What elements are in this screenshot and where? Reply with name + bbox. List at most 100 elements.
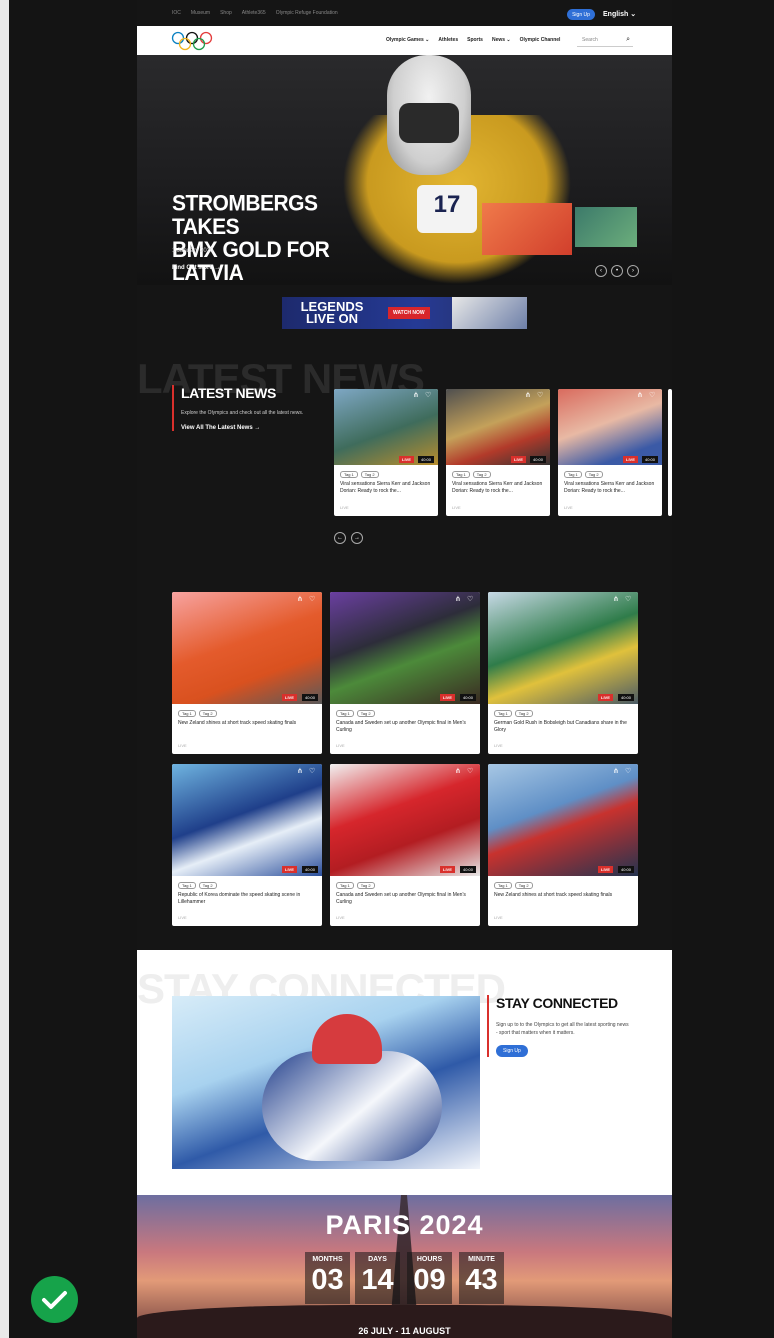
share-icon[interactable]: ⋔ bbox=[297, 595, 303, 603]
olympic-rings-logo[interactable] bbox=[170, 31, 214, 51]
tag-chip[interactable]: Tag 1 bbox=[336, 710, 354, 717]
heart-icon[interactable]: ♡ bbox=[309, 595, 315, 603]
hero-banner[interactable]: 17 STROMBERGS TAKES BMX GOLD FOR LATVIA … bbox=[137, 55, 672, 285]
tag-chip[interactable]: Tag 2 bbox=[360, 471, 379, 478]
card-title[interactable]: Canada and Sweden set up another Olympic… bbox=[336, 720, 474, 734]
arrow-left-icon[interactable]: ← bbox=[334, 532, 346, 544]
grid-news-card[interactable]: ⋔ ♡ LIVE 40:00 Tag 1 Tag 2 New Zeland sh… bbox=[488, 764, 638, 926]
news-card[interactable]: ⋔ ♡ LIVE 40:00 Tag 1 Tag 2 Viral sensati… bbox=[446, 389, 550, 516]
card-title[interactable]: Republic of Korea dominate the speed ska… bbox=[178, 892, 316, 906]
hero-thumbnail-2[interactable] bbox=[575, 207, 637, 247]
heart-icon[interactable]: ♡ bbox=[649, 391, 655, 399]
news-card-peek[interactable] bbox=[668, 389, 672, 516]
grid-card-image bbox=[330, 592, 480, 704]
hero-title: STROMBERGS TAKES BMX GOLD FOR LATVIA bbox=[172, 192, 342, 285]
grid-news-card[interactable]: ⋔ ♡ LIVE 40:00 Tag 1 Tag 2 German Gold R… bbox=[488, 592, 638, 754]
card-title[interactable]: Viral sensations Sierra Kerr and Jackson… bbox=[452, 481, 544, 495]
tag-chip[interactable]: Tag 2 bbox=[356, 882, 375, 889]
main-nav: Olympic Games ⌄ Athletes Sports News ⌄ O… bbox=[137, 26, 672, 55]
utility-link-athlete365[interactable]: Athlete365 bbox=[242, 10, 266, 16]
news-card[interactable]: ⋔ ♡ LIVE 40:00 Tag 1 Tag 2 Viral sensati… bbox=[334, 389, 438, 516]
news-card[interactable]: ⋔ ♡ LIVE 40:00 Tag 1 Tag 2 Viral sensati… bbox=[558, 389, 662, 516]
hero-find-out-more-link[interactable]: Find Out More → bbox=[172, 265, 220, 271]
card-title[interactable]: New Zeland shines at short track speed s… bbox=[178, 720, 316, 727]
tag-chip[interactable]: Tag 1 bbox=[452, 471, 470, 478]
card-meta: LIVE bbox=[336, 915, 345, 920]
utility-link-ioc[interactable]: IOC bbox=[172, 10, 181, 16]
card-title[interactable]: New Zeland shines at short track speed s… bbox=[494, 892, 632, 899]
nav-sports[interactable]: Sports bbox=[467, 37, 483, 43]
share-icon[interactable]: ⋔ bbox=[637, 391, 643, 399]
paris-2024-countdown: PARIS 2024 MONTHS 03 DAYS 14 HOURS 09 MI… bbox=[137, 1195, 672, 1338]
arrow-right-icon[interactable]: › bbox=[627, 265, 639, 277]
search-input[interactable]: Search ⌕ bbox=[577, 34, 633, 47]
tag-chip[interactable]: Tag 2 bbox=[584, 471, 603, 478]
grid-news-card[interactable]: ⋔ ♡ LIVE 40:00 Tag 1 Tag 2 Republic of K… bbox=[172, 764, 322, 926]
utility-link-refuge[interactable]: Olympic Refuge Foundation bbox=[276, 10, 338, 16]
share-icon[interactable]: ⋔ bbox=[613, 595, 619, 603]
watch-now-button[interactable]: WATCH NOW bbox=[388, 307, 430, 319]
view-all-news-link[interactable]: View All The Latest News → bbox=[181, 425, 320, 431]
card-title[interactable]: German Gold Rush in Bobsleigh but Canadi… bbox=[494, 720, 632, 734]
skater-helmet bbox=[312, 1014, 382, 1064]
language-selector[interactable]: English ⌄ bbox=[603, 10, 636, 18]
nav-athletes[interactable]: Athletes bbox=[438, 37, 458, 43]
card-title[interactable]: Canada and Sweden set up another Olympic… bbox=[336, 892, 474, 906]
utility-link-museum[interactable]: Museum bbox=[191, 10, 210, 16]
heart-icon[interactable]: ♡ bbox=[467, 595, 473, 603]
tag-chip[interactable]: Tag 1 bbox=[564, 471, 582, 478]
heart-icon[interactable]: ♡ bbox=[425, 391, 431, 399]
tag-chip[interactable]: Tag 2 bbox=[356, 710, 375, 717]
share-icon[interactable]: ⋔ bbox=[413, 391, 419, 399]
grid-news-card[interactable]: ⋔ ♡ LIVE 40:00 Tag 1 Tag 2 New Zeland sh… bbox=[172, 592, 322, 754]
signup-button[interactable]: Sign Up bbox=[496, 1045, 528, 1057]
heart-icon[interactable]: ♡ bbox=[625, 595, 631, 603]
grid-card-image bbox=[172, 764, 322, 876]
arrow-right-icon[interactable]: → bbox=[351, 532, 363, 544]
tag-chip[interactable]: Tag 2 bbox=[514, 882, 533, 889]
tag-chip[interactable]: Tag 2 bbox=[514, 710, 533, 717]
duration-badge: 40:00 bbox=[302, 694, 319, 701]
card-tags: Tag 1 Tag 2 bbox=[340, 471, 379, 478]
live-badge: LIVE bbox=[440, 866, 455, 873]
grid-news-card[interactable]: ⋔ ♡ LIVE 40:00 Tag 1 Tag 2 Canada and Sw… bbox=[330, 592, 480, 754]
share-icon[interactable]: ⋔ bbox=[297, 767, 303, 775]
search-icon[interactable]: ⌕ bbox=[626, 36, 630, 44]
nav-links: Olympic Games ⌄ Athletes Sports News ⌄ O… bbox=[386, 37, 560, 43]
nav-olympic-channel[interactable]: Olympic Channel bbox=[520, 37, 561, 43]
share-icon[interactable]: ⋔ bbox=[613, 767, 619, 775]
tag-chip[interactable]: Tag 2 bbox=[472, 471, 491, 478]
tag-chip[interactable]: Tag 1 bbox=[340, 471, 358, 478]
live-badge: LIVE bbox=[623, 456, 638, 463]
heart-icon[interactable]: ♡ bbox=[625, 767, 631, 775]
card-meta: LIVE bbox=[494, 915, 503, 920]
nav-olympic-games[interactable]: Olympic Games ⌄ bbox=[386, 37, 429, 43]
tag-chip[interactable]: Tag 1 bbox=[494, 710, 512, 717]
share-icon[interactable]: ⋔ bbox=[455, 595, 461, 603]
card-title[interactable]: Viral sensations Sierra Kerr and Jackson… bbox=[564, 481, 656, 495]
countdown-hours: HOURS 09 bbox=[407, 1252, 452, 1304]
hero-title-line-2: BMX GOLD FOR LATVIA bbox=[172, 237, 330, 285]
arrow-left-icon[interactable]: ‹ bbox=[595, 265, 607, 277]
share-icon[interactable]: ⋔ bbox=[525, 391, 531, 399]
grid-news-card[interactable]: ⋔ ♡ LIVE 40:00 Tag 1 Tag 2 Canada and Sw… bbox=[330, 764, 480, 926]
heart-icon[interactable]: ♡ bbox=[537, 391, 543, 399]
legends-live-on-banner[interactable]: LEGENDS LIVE ON WATCH NOW bbox=[282, 297, 527, 329]
share-icon[interactable]: ⋔ bbox=[455, 767, 461, 775]
tag-chip[interactable]: Tag 1 bbox=[178, 710, 196, 717]
tag-chip[interactable]: Tag 1 bbox=[494, 882, 512, 889]
signup-button-top[interactable]: Sign Up bbox=[567, 9, 595, 20]
tag-chip[interactable]: Tag 2 bbox=[198, 710, 217, 717]
pause-icon[interactable]: • bbox=[611, 265, 623, 277]
utility-links: IOC Museum Shop Athlete365 Olympic Refug… bbox=[172, 10, 338, 16]
live-badge: LIVE bbox=[598, 694, 613, 701]
tag-chip[interactable]: Tag 1 bbox=[336, 882, 354, 889]
heart-icon[interactable]: ♡ bbox=[309, 767, 315, 775]
tag-chip[interactable]: Tag 2 bbox=[198, 882, 217, 889]
card-title[interactable]: Viral sensations Sierra Kerr and Jackson… bbox=[340, 481, 432, 495]
heart-icon[interactable]: ♡ bbox=[467, 767, 473, 775]
utility-link-shop[interactable]: Shop bbox=[220, 10, 232, 16]
tag-chip[interactable]: Tag 1 bbox=[178, 882, 196, 889]
hero-thumbnail-1[interactable] bbox=[482, 203, 572, 255]
nav-news[interactable]: News ⌄ bbox=[492, 37, 511, 43]
